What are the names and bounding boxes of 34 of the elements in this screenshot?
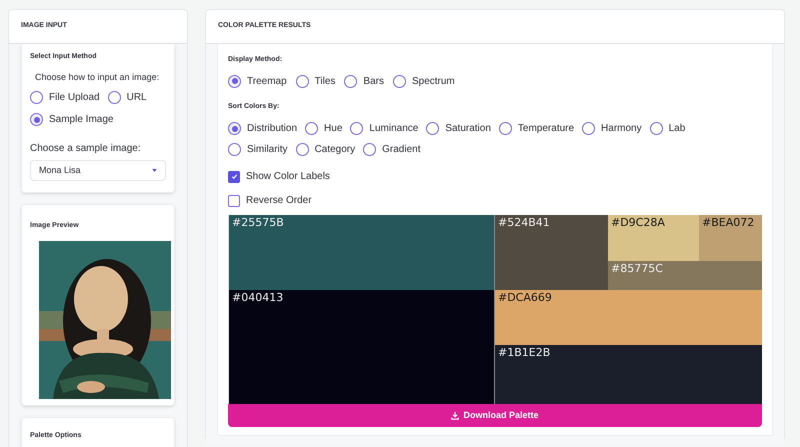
radio-option[interactable]: Bars [344,74,384,88]
radio-option[interactable]: Lab [650,121,686,136]
radio-option[interactable]: Temperature [498,121,574,136]
color-tile: #524B41 [495,215,608,290]
sample-select[interactable]: Mona Lisa [30,160,166,181]
field-label: Choose a sample image: [30,142,142,156]
radio-option[interactable]: URL [108,90,147,105]
radio-option[interactable]: Sample Image [30,112,114,127]
radio-option[interactable]: Hue [305,121,342,136]
radio-option[interactable]: Harmony [582,121,642,136]
color-tile: #1B1E2B [495,345,762,404]
download-button[interactable]: Download Palette [228,404,762,427]
checkbox-option[interactable]: Show Color Labels [228,169,762,184]
color-tile: #D9C28A [608,215,699,261]
prompt-text: Choose how to input an image: [34,70,160,84]
color-tile: #25575B [229,215,494,290]
radio-option[interactable]: Similarity [228,142,288,157]
radio-option[interactable]: Tiles [296,74,336,88]
radio-option[interactable]: File Upload [30,90,100,105]
color-tile: #DCA669 [495,290,762,345]
radio-option[interactable]: Category [296,142,356,157]
color-tile: #040413 [229,290,494,404]
radio-option[interactable]: Saturation [426,121,491,136]
caret-icon [152,169,157,172]
checkbox-option[interactable]: Reverse Order [228,193,762,208]
radio-option[interactable]: Spectrum [392,74,455,88]
color-tile: #85775C [608,261,762,290]
color-tile: #BEA072 [699,215,762,261]
radio-option[interactable]: Distribution [228,121,298,136]
radio-option[interactable]: Treemap [228,74,287,88]
radio-option[interactable]: Gradient [363,142,420,157]
radio-option[interactable]: Luminance [350,121,418,136]
check-icon [230,173,238,180]
download-icon [451,412,460,420]
